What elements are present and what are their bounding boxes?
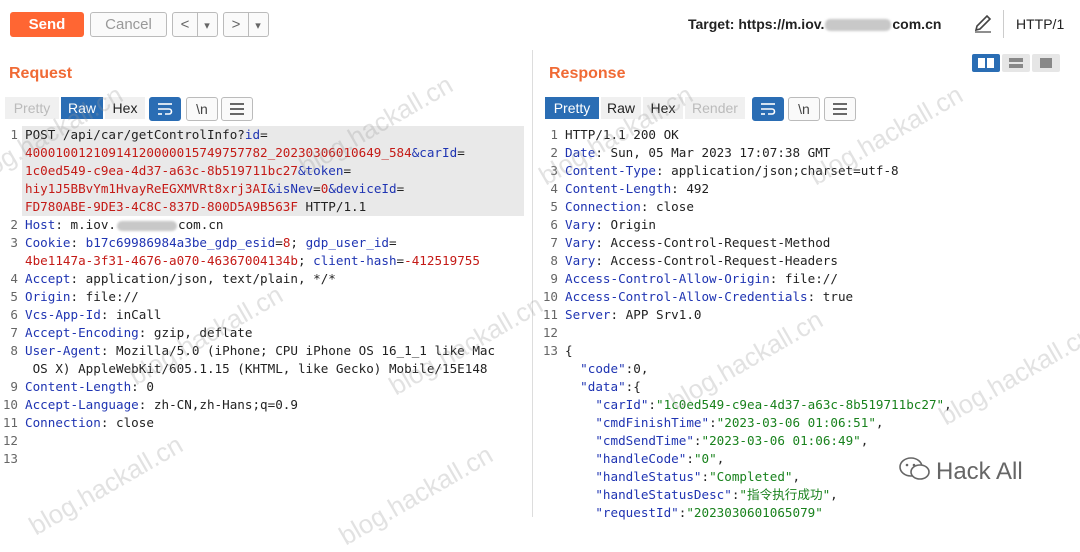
request-title: Request	[9, 65, 73, 82]
code-line: OS X) AppleWebKit/605.1.15 (KHTML, like …	[25, 361, 488, 376]
code-line: "requestId":"2023030601065079"	[595, 505, 823, 520]
request-tab-pretty[interactable]: Pretty	[5, 97, 59, 119]
response-pane: Response Pretty Raw Hex Render \n 1 HTTP/…	[540, 50, 1080, 520]
protocol-version[interactable]: HTTP/1	[1016, 16, 1064, 32]
redaction-blur	[117, 220, 178, 231]
code-line: 6 Vary: Origin	[550, 217, 657, 232]
code-line: 5 Connection: close	[550, 199, 694, 214]
request-pane: Request Pretty Raw Hex \n 1 POST /api/car…	[0, 50, 533, 517]
wrap-icon[interactable]	[752, 97, 784, 121]
request-editor[interactable]: 1 POST /api/car/getControlInfo?id= 400010…	[0, 126, 532, 468]
code-line: 9 Content-Length: 0	[10, 379, 154, 394]
brand-watermark: Hack All	[898, 455, 1023, 486]
wrap-icon[interactable]	[149, 97, 181, 121]
redaction-blur	[825, 19, 892, 32]
target-display: Target: https://m.iov. com.cn	[688, 16, 941, 32]
layout-single-icon[interactable]	[1032, 54, 1060, 72]
back-button[interactable]: <	[173, 13, 198, 36]
brand-text: Hack All	[936, 458, 1023, 485]
code-line: "carId":"1c0ed549-c9ea-4d37-a63c-8b51971…	[595, 397, 952, 412]
code-line: 2 Host: m.iov. com.cn	[10, 217, 224, 232]
target-label: Target:	[688, 16, 735, 32]
target-url-start: https://m.iov.	[738, 16, 825, 32]
code-line: 12	[2, 433, 18, 448]
code-line: 3 Content-Type: application/json;charset=…	[550, 163, 899, 178]
host-start: m.iov.	[70, 217, 117, 232]
toolbar-divider	[1003, 10, 1004, 38]
forward-history-dropdown[interactable]: ▾	[249, 15, 267, 38]
forward-button[interactable]: >	[224, 13, 249, 36]
code-line: 9 Access-Control-Allow-Origin: file://	[550, 271, 838, 286]
request-tab-raw[interactable]: Raw	[61, 97, 103, 119]
code-line: 4 Content-Length: 492	[550, 181, 710, 196]
toolbar: Send Cancel < ▾ > ▾ Target: https://m.iov.…	[0, 0, 1080, 50]
code-line: 1c0ed549-c9ea-4d37-a63c-8b519711bc27&tok…	[0, 162, 532, 180]
code-line: 7 Accept-Encoding: gzip, deflate	[10, 325, 253, 340]
code-line: 8 User-Agent: Mozilla/5.0 (iPhone; CPU iP…	[10, 343, 496, 358]
back-nav-group: < ▾	[172, 12, 218, 37]
code-line: 2 Date: Sun, 05 Mar 2023 17:07:38 GMT	[550, 145, 831, 160]
code-line: "cmdSendTime":"2023-03-06 01:06:49",	[595, 433, 869, 448]
code-line: 10 Accept-Language: zh-CN,zh-Hans;q=0.9	[2, 397, 298, 412]
host-end: com.cn	[178, 217, 224, 232]
code-line: "handleStatusDesc":"指令执行成功",	[595, 487, 838, 502]
code-line: 13	[2, 451, 18, 466]
request-tab-hex[interactable]: Hex	[105, 97, 145, 119]
code-line: FD780ABE-9DE3-4C8C-837D-800D5A9B563F HTT…	[0, 198, 532, 216]
code-line: 11 Server: APP Srv1.0	[542, 307, 702, 322]
code-line: 5 Origin: file://	[10, 289, 139, 304]
wechat-icon	[899, 457, 930, 480]
code-line: 8 Vary: Access-Control-Request-Headers	[550, 253, 838, 268]
forward-nav-group: > ▾	[223, 12, 269, 37]
code-line: hiy1J5BBvYm1HvayReEGXMVRt8xrj3AI&isNev=0…	[0, 180, 532, 198]
response-tab-render[interactable]: Render	[685, 97, 745, 119]
code-line: 6 Vcs-App-Id: inCall	[10, 307, 162, 322]
response-tab-pretty[interactable]: Pretty	[545, 97, 599, 119]
menu-icon[interactable]	[824, 97, 856, 121]
cancel-button[interactable]: Cancel	[90, 12, 167, 37]
layout-split-icon[interactable]	[972, 54, 1000, 72]
code-line: 7 Vary: Access-Control-Request-Method	[550, 235, 831, 250]
response-tab-hex[interactable]: Hex	[643, 97, 683, 119]
code-line: 4be1147a-3f31-4676-a070-46367004134b; cl…	[25, 253, 480, 268]
layout-rows-icon[interactable]	[1002, 54, 1030, 72]
code-line: 10 Access-Control-Allow-Credentials: true	[542, 289, 854, 304]
code-line: 1 HTTP/1.1 200 OK	[550, 127, 679, 142]
code-line: 4 Accept: application/json, text/plain, *…	[10, 271, 336, 286]
code-line: 13{	[542, 343, 573, 358]
response-title: Response	[549, 65, 626, 82]
send-button[interactable]: Send	[10, 12, 84, 37]
code-line: 1 POST /api/car/getControlInfo?id=	[0, 126, 532, 144]
code-line: "code":0,	[580, 361, 649, 376]
code-line: 400010012109141200000157497577​82_202303…	[0, 144, 532, 162]
target-url-end: com.cn	[892, 16, 942, 32]
newline-toggle[interactable]: \n	[788, 97, 820, 121]
code-line: 3 Cookie: b17c69986984a3be_gdp_esid=8; gd…	[10, 235, 397, 250]
menu-icon[interactable]	[221, 97, 253, 121]
code-line: "data":{	[580, 379, 641, 394]
response-tab-raw[interactable]: Raw	[601, 97, 641, 119]
code-line: "cmdFinishTime":"2023-03-06 01:06:51",	[595, 415, 884, 430]
code-line: 12	[542, 325, 558, 340]
edit-target-icon[interactable]	[972, 12, 994, 39]
newline-toggle[interactable]: \n	[186, 97, 218, 121]
code-line: 11 Connection: close	[2, 415, 154, 430]
back-history-dropdown[interactable]: ▾	[198, 15, 216, 38]
